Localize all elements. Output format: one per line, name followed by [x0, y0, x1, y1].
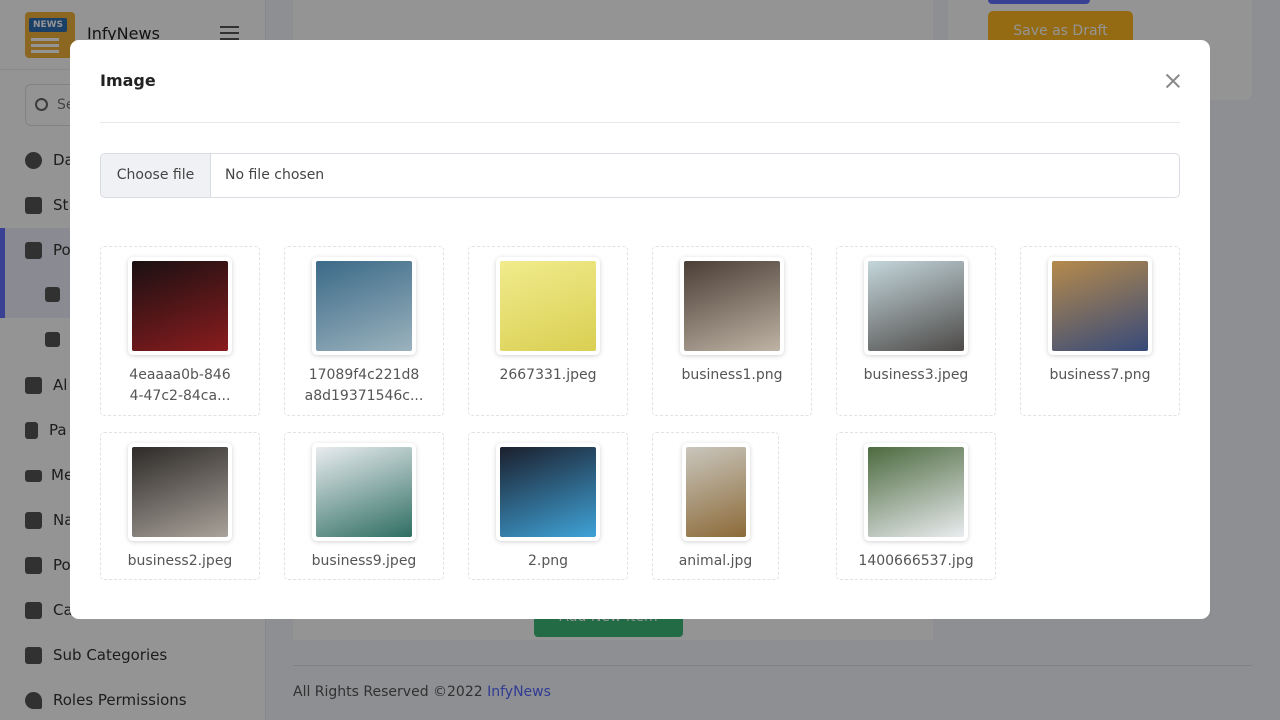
image-preview: [685, 447, 746, 537]
filename-line: a8d19371546c...: [304, 388, 424, 404]
image-filename: 2.png: [477, 551, 619, 572]
image-tile[interactable]: 17089f4c221d8 a8d19371546c...: [284, 246, 444, 416]
image-thumbnail[interactable]: [864, 257, 968, 355]
image-thumbnail[interactable]: [312, 257, 416, 355]
image-preview: [868, 447, 964, 537]
image-filename: business9.jpeg: [293, 551, 435, 572]
image-filename: business7.png: [1029, 365, 1171, 386]
image-thumbnail[interactable]: [1048, 257, 1152, 355]
filename-line: 17089f4c221d8: [308, 367, 420, 383]
image-tile[interactable]: business1.png: [652, 246, 812, 416]
image-filename: business3.jpeg: [845, 365, 987, 386]
filename-line: business2.jpeg: [127, 553, 233, 569]
modal-divider: [100, 122, 1180, 123]
image-tile[interactable]: business7.png: [1020, 246, 1180, 416]
image-preview: [132, 447, 228, 537]
image-thumbnail[interactable]: [312, 443, 416, 541]
image-filename: business1.png: [661, 365, 803, 386]
image-preview: [500, 447, 596, 537]
filename-line: 2.png: [527, 553, 568, 569]
close-icon[interactable]: [1162, 70, 1184, 92]
image-tile[interactable]: 2667331.jpeg: [468, 246, 628, 416]
filename-line: business7.png: [1049, 367, 1151, 383]
image-preview: [316, 261, 412, 351]
image-tile[interactable]: animal.jpg: [652, 432, 779, 580]
image-tile[interactable]: business3.jpeg: [836, 246, 996, 416]
image-preview: [132, 261, 228, 351]
image-tile[interactable]: 1400666537.jpg: [836, 432, 996, 580]
image-tile[interactable]: 4eaaaa0b-846 4-47c2-84ca...: [100, 246, 260, 416]
image-thumbnail[interactable]: [496, 257, 600, 355]
image-picker-modal: Image Choose file No file chosen 4eaaaa0…: [70, 40, 1210, 619]
image-tile[interactable]: business9.jpeg: [284, 432, 444, 580]
image-thumbnail[interactable]: [128, 443, 232, 541]
image-thumbnail[interactable]: [864, 443, 968, 541]
image-thumbnail[interactable]: [681, 443, 750, 541]
filename-line: business9.jpeg: [311, 553, 417, 569]
filename-line: 4-47c2-84ca...: [129, 388, 231, 404]
modal-title: Image: [100, 71, 156, 90]
filename-line: 4eaaaa0b-846: [129, 367, 231, 383]
image-preview: [684, 261, 780, 351]
image-tile[interactable]: 2.png: [468, 432, 628, 580]
image-thumbnail[interactable]: [680, 257, 784, 355]
image-thumbnail[interactable]: [128, 257, 232, 355]
image-filename: 17089f4c221d8 a8d19371546c...: [293, 365, 435, 407]
filename-line: animal.jpg: [678, 553, 753, 569]
filename-line: business3.jpeg: [863, 367, 969, 383]
image-preview: [1052, 261, 1148, 351]
image-filename: 4eaaaa0b-846 4-47c2-84ca...: [109, 365, 251, 407]
choose-file-button[interactable]: Choose file: [101, 154, 211, 197]
image-filename: 2667331.jpeg: [477, 365, 619, 386]
image-filename: business2.jpeg: [109, 551, 251, 572]
filename-line: business1.png: [681, 367, 783, 383]
image-filename: animal.jpg: [661, 551, 770, 572]
filename-line: 2667331.jpeg: [499, 367, 597, 383]
filename-line: 1400666537.jpg: [858, 553, 974, 569]
image-filename: 1400666537.jpg: [845, 551, 987, 572]
file-status-text: No file chosen: [225, 167, 325, 183]
image-preview: [316, 447, 412, 537]
image-thumbnail[interactable]: [496, 443, 600, 541]
image-preview: [868, 261, 964, 351]
image-preview: [500, 261, 596, 351]
image-tile[interactable]: business2.jpeg: [100, 432, 260, 580]
file-upload-input[interactable]: Choose file No file chosen: [100, 153, 1180, 198]
